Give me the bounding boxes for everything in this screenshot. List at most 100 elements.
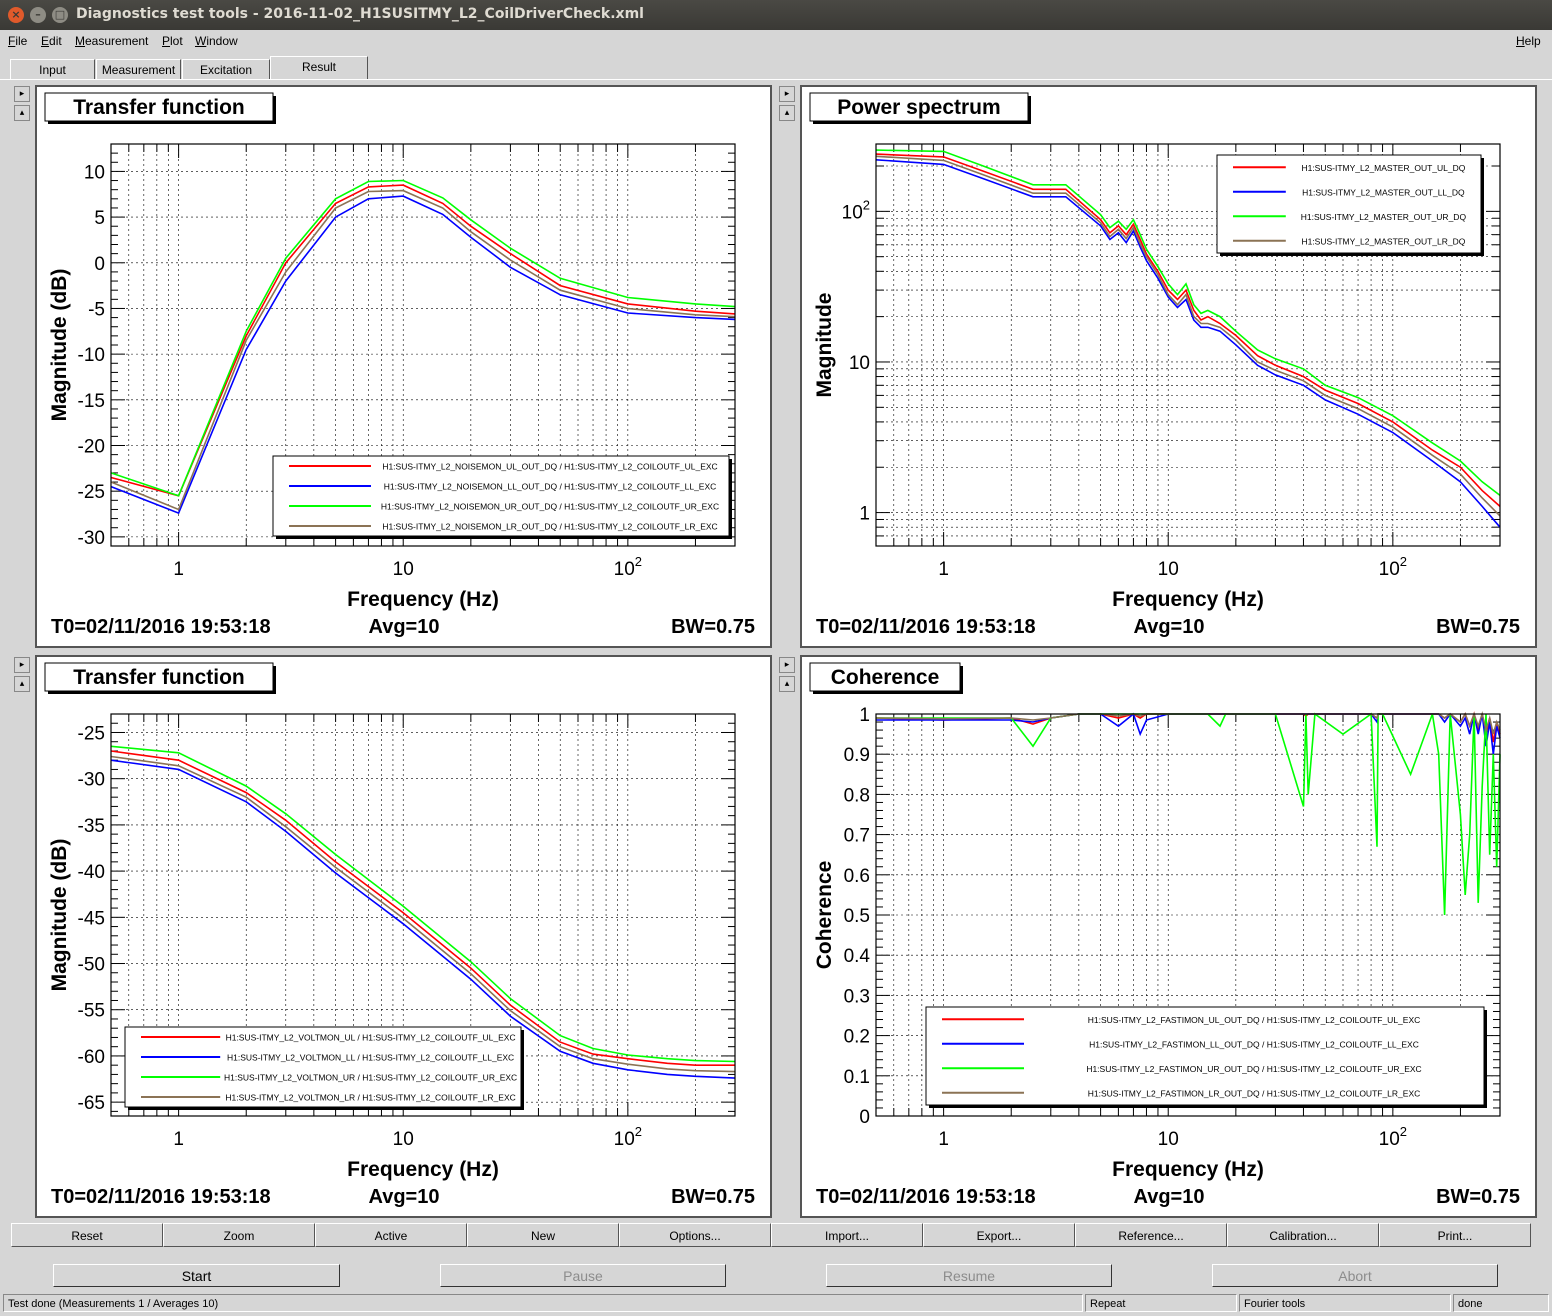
x-tick-label: 1 [173, 1129, 184, 1150]
y-tick-label: -20 [78, 437, 105, 458]
legend-label: H1:SUS-ITMY_L2_NOISEMON_UR_OUT_DQ / H1:S… [381, 502, 719, 512]
pad1-expand-icon[interactable]: ▸ [14, 86, 30, 102]
x-tick-label-exponent: 2 [635, 554, 642, 569]
status-tool: Fourier tools [1239, 1294, 1451, 1312]
zoom-button[interactable]: Zoom [163, 1223, 315, 1247]
y-tick-label: -40 [78, 862, 105, 883]
new-button[interactable]: New [467, 1223, 619, 1247]
resume-button[interactable]: Resume [826, 1264, 1112, 1287]
legend-label: H1:SUS-ITMY_L2_VOLTMON_UL / H1:SUS-ITMY_… [226, 1033, 516, 1043]
pad4-expand-icon[interactable]: ▸ [779, 657, 795, 673]
active-button[interactable]: Active [315, 1223, 467, 1247]
close-window-icon[interactable]: × [8, 7, 24, 23]
y-tick-label: 1 [859, 504, 870, 525]
footer-t0: T0=02/11/2016 19:53:18 [816, 616, 1036, 638]
x-axis-label: Frequency (Hz) [347, 588, 499, 611]
pad2-expand-icon[interactable]: ▸ [779, 86, 795, 102]
abort-button[interactable]: Abort [1212, 1264, 1498, 1287]
start-button[interactable]: Start [53, 1264, 340, 1287]
x-tick-label: 1 [173, 559, 184, 580]
y-tick-label: 0.4 [844, 946, 871, 967]
legend-label: H1:SUS-ITMY_L2_FASTIMON_UR_OUT_DQ / H1:S… [1086, 1064, 1421, 1074]
status-state: done [1453, 1294, 1549, 1312]
plot-pad-transfer-function-top[interactable]: Transfer function 1 10 102 10 5 0 -5 -10 -15 -20 -2… [35, 85, 772, 648]
chart-title-shadow-right [1028, 96, 1031, 124]
status-main: Test done (Measurements 1 / Averages 10) [3, 1294, 1083, 1312]
menu-help[interactable]: Help [1516, 34, 1541, 48]
export-button[interactable]: Export... [923, 1223, 1075, 1247]
y-tick-label: 10 [849, 353, 870, 374]
plot-pad-power-spectrum[interactable]: Power spectrum 1 10 102 1 10 102 Frequency (Hz)… [800, 85, 1537, 648]
pad4-collapse-icon[interactable]: ▴ [779, 676, 795, 692]
calibration-button[interactable]: Calibration... [1227, 1223, 1379, 1247]
x-tick-label: 102 [1379, 1124, 1407, 1150]
x-tick-label: 10 [1158, 559, 1179, 580]
x-axis-label: Frequency (Hz) [1112, 588, 1264, 611]
y-axis-label: Magnitude (dB) [48, 269, 71, 422]
y-tick-label: -30 [78, 770, 105, 791]
maximize-window-icon[interactable]: □ [52, 7, 68, 23]
chart-svg-3: Coherence 1 10 102 1 0.9 0.8 0.7 0.6 0.5 0.4 0.3 0.2… [809, 662, 1520, 1208]
y-tick-label-exponent: 2 [863, 197, 870, 212]
pad3-collapse-icon[interactable]: ▴ [14, 676, 30, 692]
chart-title-shadow-right [273, 96, 276, 124]
footer-bw: BW=0.75 [671, 1186, 755, 1208]
tab-measurement[interactable]: Measurement [96, 59, 181, 79]
legend-label: H1:SUS-ITMY_L2_FASTIMON_LR_OUT_DQ / H1:S… [1088, 1088, 1421, 1098]
y-tick-label: -10 [78, 345, 105, 366]
menu-measurement[interactable]: Measurement [75, 34, 148, 48]
menu-window[interactable]: Window [195, 34, 238, 48]
footer-bw: BW=0.75 [1436, 616, 1520, 638]
plot-pad-coherence[interactable]: Coherence 1 10 102 1 0.9 0.8 0.7 0.6 0.5 0.4 0.3 0.2… [800, 655, 1537, 1218]
legend-label: H1:SUS-ITMY_L2_NOISEMON_LL_OUT_DQ / H1:S… [384, 482, 717, 492]
reference-button[interactable]: Reference... [1075, 1223, 1227, 1247]
series-line-red [110, 750, 735, 1067]
x-tick-label-exponent: 2 [1400, 554, 1407, 569]
chart-title: Transfer function [73, 96, 245, 119]
chart-title-shadow-right [960, 666, 963, 694]
x-tick-label: 10 [393, 559, 414, 580]
x-tick-label: 10 [393, 1129, 414, 1150]
menu-plot[interactable]: Plot [162, 34, 183, 48]
y-tick-label: 10 [84, 162, 105, 183]
menu-edit[interactable]: Edit [41, 34, 62, 48]
y-tick-label: -50 [78, 955, 105, 976]
menu-file[interactable]: File [8, 34, 27, 48]
series-line-green [876, 712, 1501, 916]
options-button[interactable]: Options... [619, 1223, 771, 1247]
x-axis-label: Frequency (Hz) [1112, 1158, 1264, 1181]
y-tick-label: 0 [859, 1107, 870, 1128]
chart-title-shadow-bottom [813, 691, 963, 694]
x-tick-label: 102 [614, 1124, 642, 1150]
pad3-expand-icon[interactable]: ▸ [14, 657, 30, 673]
y-tick-label: -25 [78, 482, 105, 503]
pause-button[interactable]: Pause [440, 1264, 726, 1287]
tab-input[interactable]: Input [10, 59, 95, 79]
y-tick-label: -25 [78, 723, 105, 744]
y-tick-label: -5 [88, 299, 105, 320]
print-button[interactable]: Print... [1379, 1223, 1531, 1247]
x-tick-label: 102 [614, 554, 642, 580]
x-axis-label: Frequency (Hz) [347, 1158, 499, 1181]
y-tick-label: 0.2 [844, 1027, 870, 1048]
legend-label: H1:SUS-ITMY_L2_NOISEMON_UL_OUT_DQ / H1:S… [382, 462, 717, 472]
pad2-collapse-icon[interactable]: ▴ [779, 105, 795, 121]
y-tick-label: 0.9 [844, 745, 870, 766]
y-tick-label: -60 [78, 1047, 105, 1068]
y-tick-label: 0 [94, 254, 105, 275]
x-tick-label: 10 [1158, 1129, 1179, 1150]
status-mode: Repeat [1085, 1294, 1237, 1312]
minimize-window-icon[interactable]: – [30, 7, 46, 23]
series-line-brown [875, 711, 1501, 735]
chart-title: Coherence [831, 666, 940, 689]
y-tick-label: 0.8 [844, 785, 870, 806]
tab-excitation[interactable]: Excitation [182, 59, 270, 79]
legend-label: H1:SUS-ITMY_L2_FASTIMON_LL_OUT_DQ / H1:S… [1089, 1039, 1419, 1049]
import-button[interactable]: Import... [771, 1223, 923, 1247]
y-tick-label: -55 [78, 1001, 105, 1022]
pad1-collapse-icon[interactable]: ▴ [14, 105, 30, 121]
reset-button[interactable]: Reset [11, 1223, 163, 1247]
chart-svg-0: Transfer function 1 10 102 10 5 0 -5 -10 -15 -20 -2… [44, 92, 755, 638]
tab-result[interactable]: Result [270, 56, 368, 79]
plot-pad-transfer-function-bottom[interactable]: Transfer function 1 10 102 -25 -30 -35 -40 -45 -5… [35, 655, 772, 1218]
